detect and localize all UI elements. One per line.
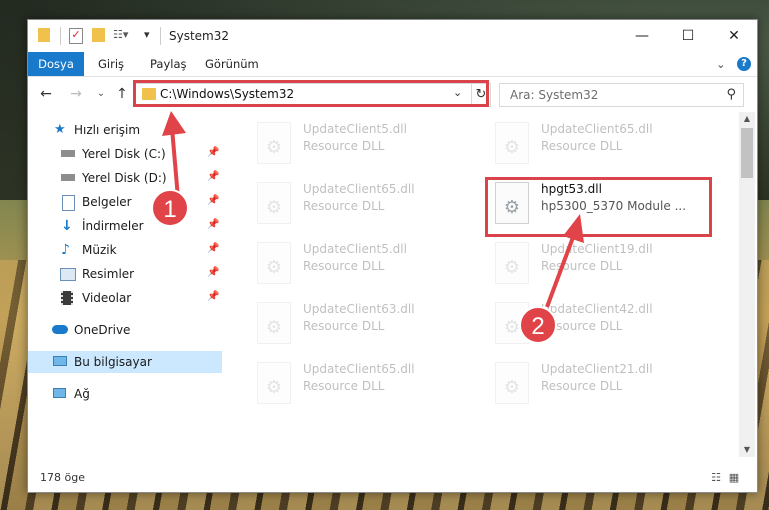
annotation-arrows [162,111,584,308]
step-1-badge: 1 [151,189,189,227]
step-2-badge: 2 [519,306,557,344]
arrow-1-shaft [170,127,180,199]
arrow-2-shaft [545,231,577,308]
arrow-1-head [162,111,186,136]
arrow-2-head [563,214,584,243]
